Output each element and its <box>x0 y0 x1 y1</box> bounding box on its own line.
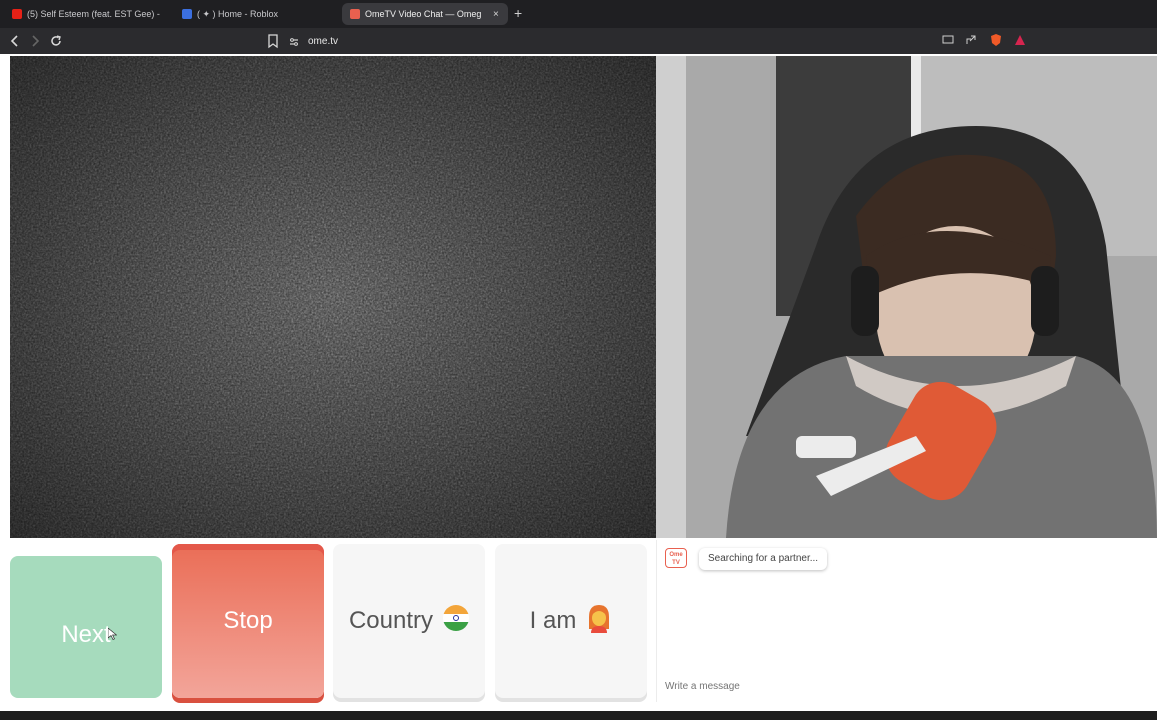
partner-video <box>10 56 656 538</box>
tab-strip: (5) Self Esteem (feat. EST Gee) - Y ( ✦ … <box>0 0 1157 28</box>
cast-icon[interactable] <box>940 33 956 49</box>
forward-arrow-icon[interactable] <box>26 32 44 50</box>
ometv-page: Next Stop Country I am Ome TV Searching … <box>0 54 1157 720</box>
self-video <box>656 56 1157 538</box>
i-am-label: I am <box>529 607 577 634</box>
youtube-icon <box>12 9 22 19</box>
next-label: Next <box>61 621 111 648</box>
ometv-logo-icon: Ome TV <box>665 548 687 568</box>
share-icon[interactable] <box>963 33 979 49</box>
back-arrow-icon[interactable] <box>6 32 24 50</box>
tab-title: OmeTV Video Chat — Omeg <box>365 9 482 19</box>
message-input[interactable] <box>657 674 1157 700</box>
ometv-icon <box>350 9 360 19</box>
logo-text: Ome TV <box>669 552 683 566</box>
mouse-cursor-icon <box>108 628 117 640</box>
control-panel: Next Stop Country I am <box>10 544 650 704</box>
tab-ometv[interactable]: OmeTV Video Chat — Omeg × <box>342 3 508 25</box>
stop-button[interactable]: Stop <box>172 544 324 698</box>
stop-label: Stop <box>223 607 273 634</box>
brave-rewards-icon[interactable] <box>1012 33 1028 49</box>
url-text: ome.tv <box>308 35 339 47</box>
next-button[interactable]: Next <box>10 556 162 698</box>
woman-icon <box>586 603 612 640</box>
browser-toolbar: ome.tv <box>0 28 1157 54</box>
status-message: Searching for a partner... <box>699 548 828 570</box>
close-tab-icon[interactable]: × <box>493 9 499 20</box>
webcam-feed <box>656 56 1157 538</box>
os-taskbar <box>0 711 1157 720</box>
address-bar[interactable]: ome.tv <box>288 31 1028 51</box>
tab-title: (5) Self Esteem (feat. EST Gee) - Y <box>27 9 162 19</box>
site-settings-icon[interactable] <box>288 35 300 47</box>
tab-roblox[interactable]: ( ✦ ) Home - Roblox <box>174 3 334 25</box>
bookmark-icon[interactable] <box>264 32 282 50</box>
chat-panel: Ome TV Searching for a partner... <box>656 540 1157 702</box>
i-am-button[interactable]: I am <box>495 544 647 698</box>
india-flag-icon <box>443 604 470 638</box>
country-button[interactable]: Country <box>333 544 485 698</box>
tab-youtube[interactable]: (5) Self Esteem (feat. EST Gee) - Y <box>4 3 162 25</box>
tab-title: ( ✦ ) Home - Roblox <box>197 8 279 19</box>
brave-shields-icon[interactable] <box>988 33 1004 49</box>
country-label: Country <box>348 607 434 634</box>
static-noise <box>10 56 656 538</box>
reload-icon[interactable] <box>47 32 65 50</box>
new-tab-button[interactable]: + <box>514 5 522 21</box>
roblox-icon <box>182 9 192 19</box>
